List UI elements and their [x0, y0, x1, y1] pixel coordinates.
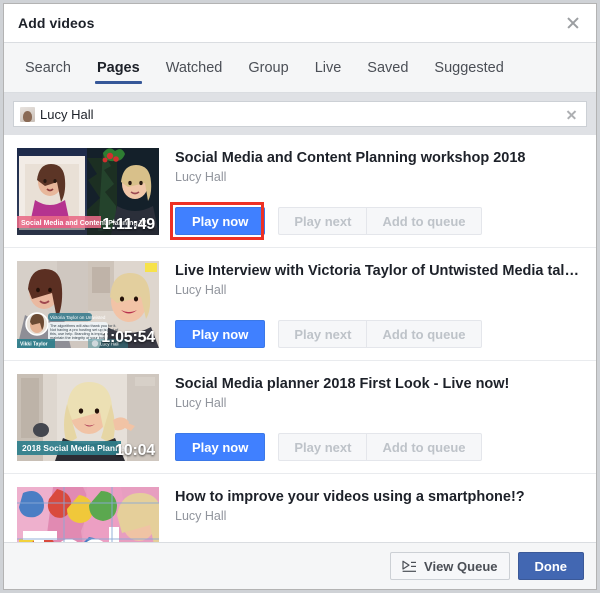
add-to-queue-button[interactable]: Add to queue: [366, 433, 482, 461]
dialog-footer: View Queue Done: [4, 542, 596, 589]
thumbnail-image: [17, 487, 159, 542]
svg-text:Vikki Taylor: Vikki Taylor: [20, 342, 48, 348]
view-queue-label: View Queue: [424, 558, 498, 574]
video-author: Lucy Hall: [175, 170, 227, 184]
add-to-queue-button[interactable]: Add to queue: [366, 207, 482, 235]
close-icon[interactable]: [564, 14, 582, 32]
video-info: How to improve your videos using a smart…: [159, 487, 582, 542]
video-author: Lucy Hall: [175, 509, 227, 523]
tab-pages[interactable]: Pages: [84, 43, 153, 92]
video-list-item[interactable]: 2018 Social Media Planner 10:04 Social M…: [4, 361, 596, 474]
svg-text:2018 Social Media Planner: 2018 Social Media Planner: [22, 443, 129, 453]
video-list-item[interactable]: Social Media and Content Planning W 1:11…: [4, 135, 596, 248]
video-info: Social Media and Content Planning worksh…: [159, 148, 582, 240]
view-queue-button[interactable]: View Queue: [390, 552, 510, 580]
video-action-row: Play now Play next Add to queue: [175, 320, 582, 348]
svg-text:Victoria Taylor on Untwisted: Victoria Taylor on Untwisted: [50, 315, 106, 320]
screenshot-root: Add videos Search Pages Watched Group Li…: [0, 0, 600, 593]
play-next-button[interactable]: Play next: [278, 320, 367, 348]
secondary-action-group: Play next Add to queue: [278, 207, 482, 235]
video-thumbnail[interactable]: Victoria Taylor on Untwisted The algorit…: [17, 261, 159, 348]
video-title[interactable]: Live Interview with Victoria Taylor of U…: [175, 262, 582, 280]
tab-bar: Search Pages Watched Group Live Saved Su…: [4, 43, 596, 93]
tab-watched[interactable]: Watched: [153, 43, 236, 92]
play-list-icon: [402, 560, 417, 573]
tab-live[interactable]: Live: [302, 43, 355, 92]
page-avatar-icon: [20, 106, 35, 122]
video-duration: 10:04: [115, 442, 155, 459]
play-next-button[interactable]: Play next: [278, 433, 367, 461]
play-now-button[interactable]: Play now: [175, 207, 266, 235]
dialog-header: Add videos: [4, 4, 596, 43]
secondary-action-group: Play next Add to queue: [278, 320, 482, 348]
video-thumbnail[interactable]: 2018 Social Media Planner 10:04: [17, 374, 159, 461]
video-title[interactable]: How to improve your videos using a smart…: [175, 488, 582, 506]
play-next-button[interactable]: Play next: [278, 207, 367, 235]
search-input[interactable]: Lucy Hall: [13, 101, 587, 127]
tab-saved[interactable]: Saved: [354, 43, 421, 92]
video-thumbnail[interactable]: Social Media and Content Planning W 1:11…: [17, 148, 159, 235]
video-list-item[interactable]: How to improve your videos using a smart…: [4, 474, 596, 542]
video-author: Lucy Hall: [175, 283, 227, 297]
play-now-button[interactable]: Play now: [175, 320, 266, 348]
video-list: Social Media and Content Planning W 1:11…: [4, 135, 596, 542]
secondary-action-group: Play next Add to queue: [278, 433, 482, 461]
video-info: Social Media planner 2018 First Look - L…: [159, 374, 582, 461]
done-button[interactable]: Done: [517, 552, 584, 580]
video-action-row: Play now Play next Add to queue: [170, 202, 582, 240]
tab-search[interactable]: Search: [12, 43, 84, 92]
page-title: Add videos: [18, 15, 95, 31]
play-now-button[interactable]: Play now: [175, 433, 266, 461]
tab-suggested[interactable]: Suggested: [421, 43, 516, 92]
video-title[interactable]: Social Media and Content Planning worksh…: [175, 149, 582, 167]
video-duration: 1:11:49: [102, 216, 155, 233]
video-duration: 1:05:54: [101, 329, 155, 346]
video-info: Live Interview with Victoria Taylor of U…: [159, 261, 582, 348]
video-thumbnail[interactable]: [17, 487, 159, 542]
search-strip: Lucy Hall: [4, 93, 596, 135]
search-input-value: Lucy Hall: [40, 106, 94, 122]
video-action-row: Play now Play next Add to queue: [175, 433, 582, 461]
add-videos-dialog: Add videos Search Pages Watched Group Li…: [3, 3, 597, 590]
clear-icon[interactable]: [565, 108, 578, 121]
tab-group[interactable]: Group: [235, 43, 301, 92]
video-author: Lucy Hall: [175, 396, 227, 410]
add-to-queue-button[interactable]: Add to queue: [366, 320, 482, 348]
video-title[interactable]: Social Media planner 2018 First Look - L…: [175, 375, 582, 393]
video-list-item[interactable]: Victoria Taylor on Untwisted The algorit…: [4, 248, 596, 361]
